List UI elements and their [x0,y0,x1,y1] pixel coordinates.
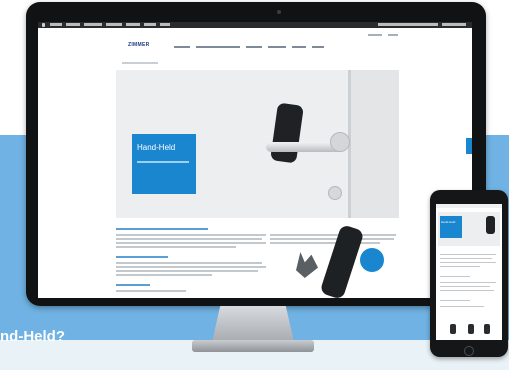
phone-product-image [450,324,456,334]
phone-product-image [468,324,474,334]
menu-item[interactable] [84,23,102,26]
menu-item[interactable] [160,23,170,26]
section-heading [116,256,168,258]
monitor-stand-base [192,340,314,352]
text-line [440,286,490,287]
text-line [116,274,212,276]
text-line [440,254,496,255]
text-line [440,258,492,259]
menu-item[interactable] [126,23,140,26]
text-line [440,290,494,291]
hero-subtitle [137,161,189,163]
nav-item[interactable] [292,46,306,48]
utility-link[interactable] [368,34,382,36]
hero-door [348,70,399,218]
text-line [440,300,470,301]
nav-item[interactable] [268,46,286,48]
keyhole-cylinder [328,186,342,200]
nav-item[interactable] [196,46,240,48]
side-tab[interactable] [466,138,472,154]
text-line [116,238,262,240]
promo-badge[interactable] [360,248,384,272]
text-line [440,306,484,307]
menu-item[interactable] [106,23,122,26]
apple-icon[interactable] [42,23,45,27]
text-line [270,234,396,236]
menu-item[interactable] [66,23,80,26]
text-line [116,242,266,244]
hero-title: Hand-Held [137,143,176,152]
handle-rosette [330,132,350,152]
camera-icon [277,10,281,14]
monitor-screen: ZIMMER Hand-Held [38,22,472,298]
text-line [116,266,266,268]
site-logo[interactable]: ZIMMER [128,42,158,48]
monitor-stand [212,306,294,342]
clock [442,23,466,26]
nav-item[interactable] [174,46,190,48]
section-heading [116,228,208,230]
text-line [440,262,496,263]
overlay-question: nd-Held? [0,328,65,345]
menu-item[interactable] [50,23,62,26]
menu-item[interactable] [144,23,156,26]
nav-item[interactable] [312,46,324,48]
utility-link[interactable] [388,34,398,36]
phone-screen: Hand-Held [436,204,502,340]
text-line [116,246,236,248]
text-line [116,262,262,264]
text-line [440,282,496,283]
text-line [116,290,186,292]
keys-image [296,252,318,278]
text-line [116,234,266,236]
phone-device-image [486,216,495,234]
menu-bar [38,22,472,28]
text-line [270,238,394,240]
section-heading [116,284,150,286]
status-item[interactable] [378,23,438,26]
text-line [116,270,258,272]
text-line [440,266,480,267]
text-line [440,276,470,277]
phone-hero-title: Hand-Held [441,220,456,224]
phone-home-button[interactable] [464,346,474,356]
phone-product-image [484,324,490,334]
breadcrumb[interactable] [122,62,158,64]
phone-status-bar [436,204,502,208]
nav-item[interactable] [246,46,262,48]
text-line [270,242,380,244]
